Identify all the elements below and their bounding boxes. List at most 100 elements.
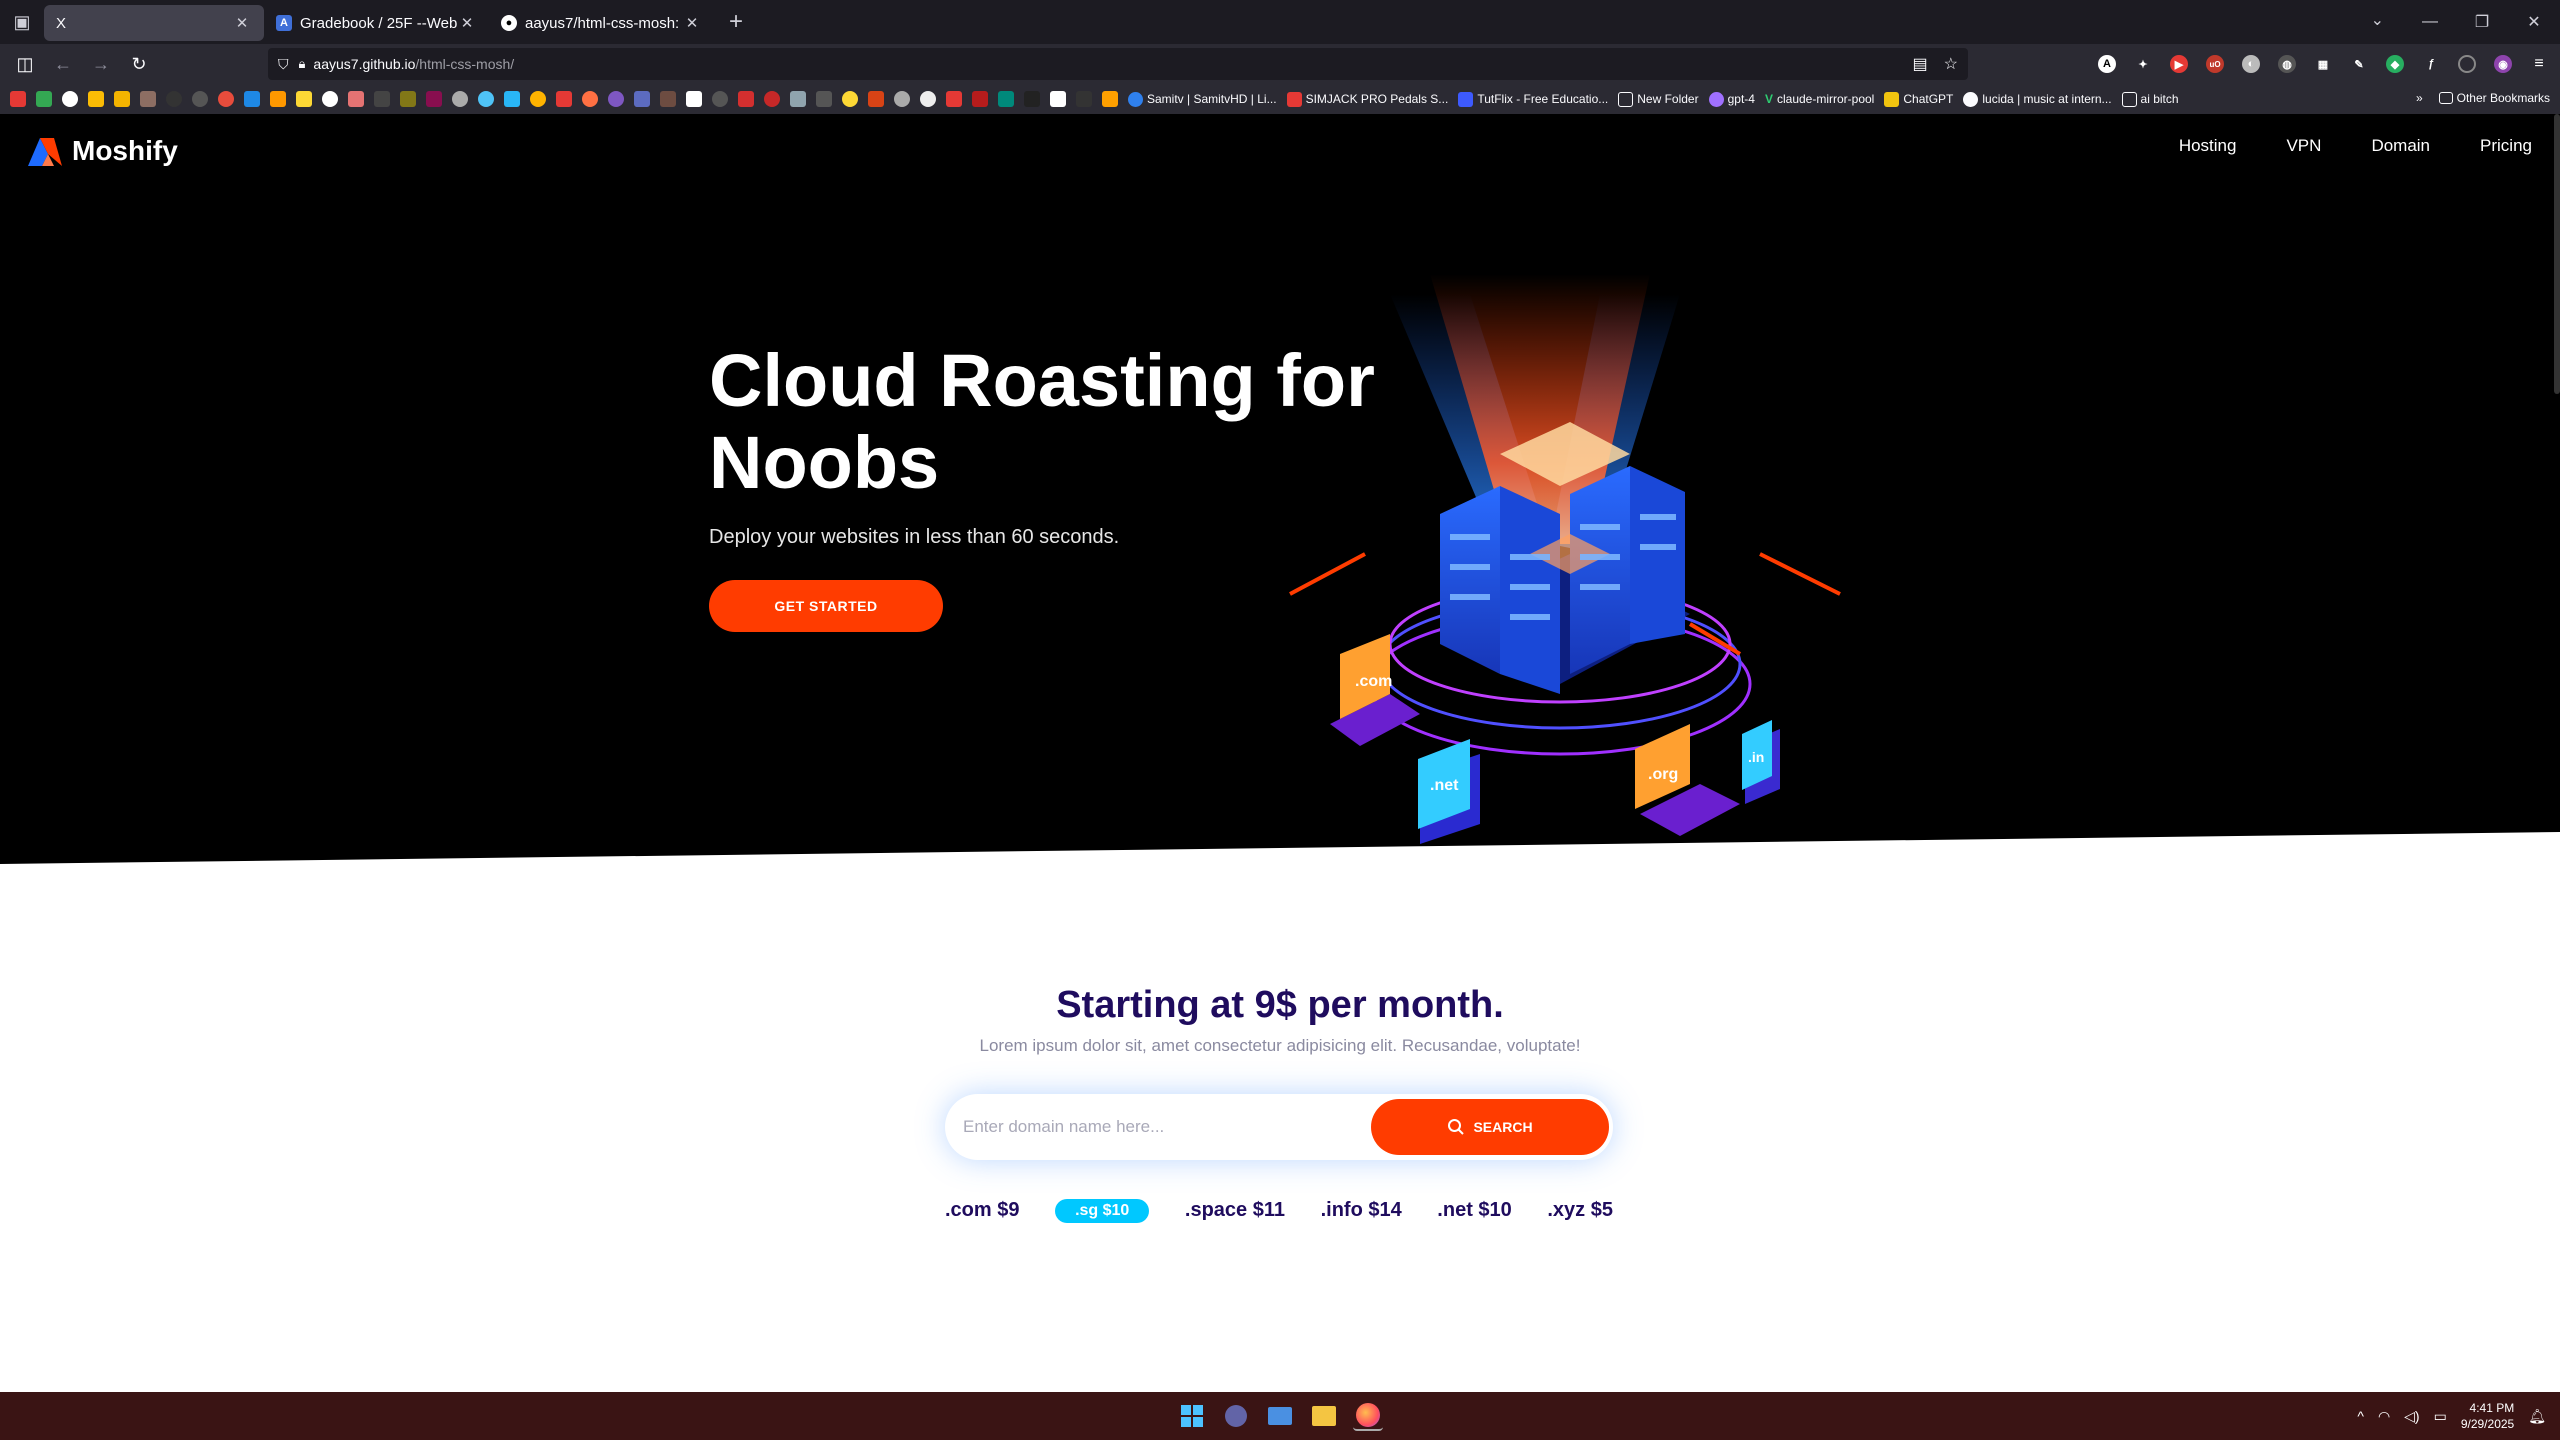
clock[interactable]: 4:41 PM 9/29/2025 [2461, 1400, 2514, 1432]
bookmark-icon[interactable] [88, 91, 104, 107]
tab-x[interactable]: X ✕ [44, 5, 264, 41]
extension-icon[interactable]: ◐ [2242, 55, 2260, 73]
account-icon[interactable]: A [2098, 55, 2116, 73]
url-bar[interactable]: ⛉ 🔒︎ aayus7.github.io/html-css-mosh/ ▤ ☆ [268, 48, 1968, 80]
reader-view-icon[interactable]: ▤ [1913, 54, 1928, 74]
bookmark-icon[interactable] [296, 91, 312, 107]
close-window-button[interactable]: ✕ [2508, 12, 2560, 32]
ublock-icon[interactable]: uO [2206, 55, 2224, 73]
globe-icon[interactable] [894, 91, 910, 107]
chevron-down-icon[interactable]: ⌄ [2371, 10, 2384, 30]
bookmark-icon[interactable] [374, 91, 390, 107]
bookmark-samitv[interactable]: Samitv | SamitvHD | Li... [1128, 91, 1277, 107]
nav-hosting[interactable]: Hosting [2179, 136, 2237, 156]
lock-icon[interactable]: 🔒︎ [299, 56, 306, 72]
extension-icon[interactable]: ◍ [2278, 55, 2296, 73]
bookmark-icon[interactable] [1024, 91, 1040, 107]
bookmark-icon[interactable] [426, 91, 442, 107]
bookmark-icon[interactable] [166, 91, 182, 107]
nav-pricing[interactable]: Pricing [2480, 136, 2532, 156]
bookmark-icon[interactable] [140, 91, 156, 107]
close-icon[interactable]: ✕ [232, 14, 252, 32]
teams-icon[interactable] [1221, 1401, 1251, 1431]
bookmark-icon[interactable] [712, 91, 728, 107]
chevron-double-right-icon[interactable]: » [2416, 91, 2423, 105]
close-icon[interactable]: ✕ [457, 14, 477, 32]
bookmark-icon[interactable] [764, 91, 780, 107]
bookmark-icon[interactable] [686, 91, 702, 107]
bookmark-icon[interactable] [218, 91, 234, 107]
play-icon[interactable] [1050, 91, 1066, 107]
bookmark-icon[interactable] [270, 91, 286, 107]
bookmark-icon[interactable] [36, 91, 52, 107]
tab-github[interactable]: ● aayus7/html-css-mosh: (((( ✕ [489, 5, 714, 41]
bookmark-icon[interactable] [62, 91, 78, 107]
chevron-up-icon[interactable]: ^ [2357, 1408, 2364, 1424]
bookmark-icon[interactable] [946, 91, 962, 107]
reload-button[interactable]: ↻ [120, 48, 158, 80]
other-bookmarks[interactable]: » Other Bookmarks [2405, 91, 2550, 105]
bookmark-icon[interactable] [868, 91, 884, 107]
bookmark-simjack[interactable]: SIMJACK PRO Pedals S... [1286, 91, 1448, 107]
bookmark-icon[interactable] [556, 91, 572, 107]
function-icon[interactable]: ƒ [2422, 55, 2440, 73]
bookmark-icon[interactable] [660, 91, 676, 107]
pen-icon[interactable]: ✎ [2350, 55, 2368, 73]
extension-icon[interactable]: ◆ [2386, 55, 2404, 73]
close-icon[interactable]: ✕ [682, 14, 702, 32]
bookmark-icon[interactable] [400, 91, 416, 107]
bookmark-icon[interactable] [478, 91, 494, 107]
bookmark-icon[interactable] [530, 91, 546, 107]
nav-domain[interactable]: Domain [2371, 136, 2430, 156]
bookmark-tutflix[interactable]: TutFlix - Free Educatio... [1458, 91, 1608, 107]
bookmark-icon[interactable] [192, 91, 208, 107]
bookmark-icon[interactable] [790, 91, 806, 107]
menu-icon[interactable]: ≡ [2530, 55, 2548, 73]
restore-button[interactable]: ❐ [2456, 12, 2508, 32]
brand-logo[interactable]: Moshify [26, 134, 178, 168]
notification-bell-icon[interactable]: 🔔︎ [2528, 1408, 2546, 1425]
shield-icon[interactable]: ⛉ [278, 56, 289, 73]
bookmark-icon[interactable] [998, 91, 1014, 107]
new-tab-button[interactable]: + [718, 4, 754, 40]
bookmark-icon[interactable] [816, 91, 832, 107]
youtube-extension-icon[interactable]: ▶ [2170, 55, 2188, 73]
tab-gradebook[interactable]: A Gradebook / 25F --Web Applic ✕ [264, 5, 489, 41]
start-button[interactable] [1177, 1401, 1207, 1431]
bookmark-icon[interactable] [114, 91, 130, 107]
bookmark-icon[interactable] [920, 91, 936, 107]
bookmark-star-icon[interactable]: ☆ [1944, 54, 1958, 74]
bookmark-icon[interactable] [738, 91, 754, 107]
globe-icon[interactable] [452, 91, 468, 107]
battery-icon[interactable]: ▭ [2434, 1408, 2447, 1425]
bookmark-icon[interactable] [842, 91, 858, 107]
domain-search-input[interactable] [945, 1094, 1371, 1160]
bookmark-icon[interactable] [582, 91, 598, 107]
file-explorer-icon[interactable] [1309, 1401, 1339, 1431]
bookmark-chatgpt[interactable]: ChatGPT [1884, 91, 1953, 107]
extension-icon[interactable]: ◉ [2494, 55, 2512, 73]
get-started-button[interactable]: GET STARTED [709, 580, 943, 632]
loading-icon[interactable] [2458, 55, 2476, 73]
bookmark-icon[interactable] [972, 91, 988, 107]
bookmark-ai[interactable]: ai bitch [2121, 91, 2179, 107]
volume-icon[interactable]: ◁) [2404, 1408, 2419, 1425]
extension-icon[interactable]: ▦ [2314, 55, 2332, 73]
bookmark-icon[interactable] [608, 91, 624, 107]
puzzle-icon[interactable]: ✦ [2134, 55, 2152, 73]
forward-button[interactable]: → [82, 48, 120, 80]
bookmark-gpt4[interactable]: gpt-4 [1708, 91, 1755, 107]
bookmark-icon[interactable] [10, 91, 26, 107]
bookmark-icon[interactable] [504, 91, 520, 107]
tab-list-icon[interactable]: ▣ [0, 0, 44, 44]
bookmark-claude-mirror[interactable]: Vclaude-mirror-pool [1765, 92, 1874, 106]
back-button[interactable]: ← [44, 48, 82, 80]
photos-icon[interactable] [1265, 1401, 1295, 1431]
search-button[interactable]: SEARCH [1371, 1099, 1609, 1155]
bookmark-icon[interactable] [348, 91, 364, 107]
bookmark-new-folder[interactable]: New Folder [1618, 91, 1699, 107]
firefox-icon[interactable] [1353, 1401, 1383, 1431]
sidebar-icon[interactable]: ◫ [6, 48, 44, 80]
bookmark-icon[interactable] [244, 91, 260, 107]
bookmark-icon[interactable] [322, 91, 338, 107]
